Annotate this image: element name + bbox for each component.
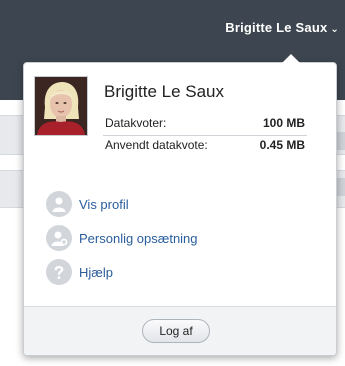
menu-item-personal-settings[interactable]: Personlig opsætning — [46, 221, 198, 255]
profile-name: Brigitte Le Saux — [104, 82, 225, 101]
logout-button[interactable]: Log af — [142, 319, 210, 343]
used-quota-row: Anvendt datakvote: 0.45 MB — [103, 135, 307, 155]
menu-label-help: Hjælp — [79, 264, 113, 280]
used-quota-label: Anvendt datakvote: — [105, 138, 208, 152]
quota-row: Datakvoter: 100 MB — [103, 114, 307, 133]
popover-arrow — [282, 54, 300, 63]
quota-label: Datakvoter: — [105, 116, 167, 130]
profile-menu: Vis profil Personlig opsætning Hjælp — [46, 187, 198, 289]
menu-label-personal-settings: Personlig opsætning — [79, 230, 198, 246]
menu-item-help[interactable]: Hjælp — [46, 255, 198, 289]
used-quota-value: 0.45 MB — [259, 138, 305, 152]
user-menu-toggle[interactable]: Brigitte Le Saux ⌄ — [225, 20, 339, 35]
avatar — [34, 76, 88, 136]
quota-value: 100 MB — [262, 116, 305, 130]
user-menu-name: Brigitte Le Saux — [225, 20, 328, 35]
person-icon — [46, 191, 72, 217]
quota-table: Datakvoter: 100 MB Anvendt datakvote: 0.… — [103, 114, 307, 155]
menu-item-view-profile[interactable]: Vis profil — [46, 187, 198, 221]
user-popover: Brigitte Le Saux Datakvoter: 100 MB Anve… — [23, 54, 337, 356]
help-icon — [46, 259, 72, 285]
chevron-down-icon: ⌄ — [330, 24, 339, 35]
top-bar: Brigitte Le Saux ⌄ — [0, 0, 345, 62]
menu-label-view-profile: Vis profil — [79, 196, 129, 212]
settings-person-icon — [46, 225, 72, 251]
popover-footer: Log af — [24, 306, 336, 355]
